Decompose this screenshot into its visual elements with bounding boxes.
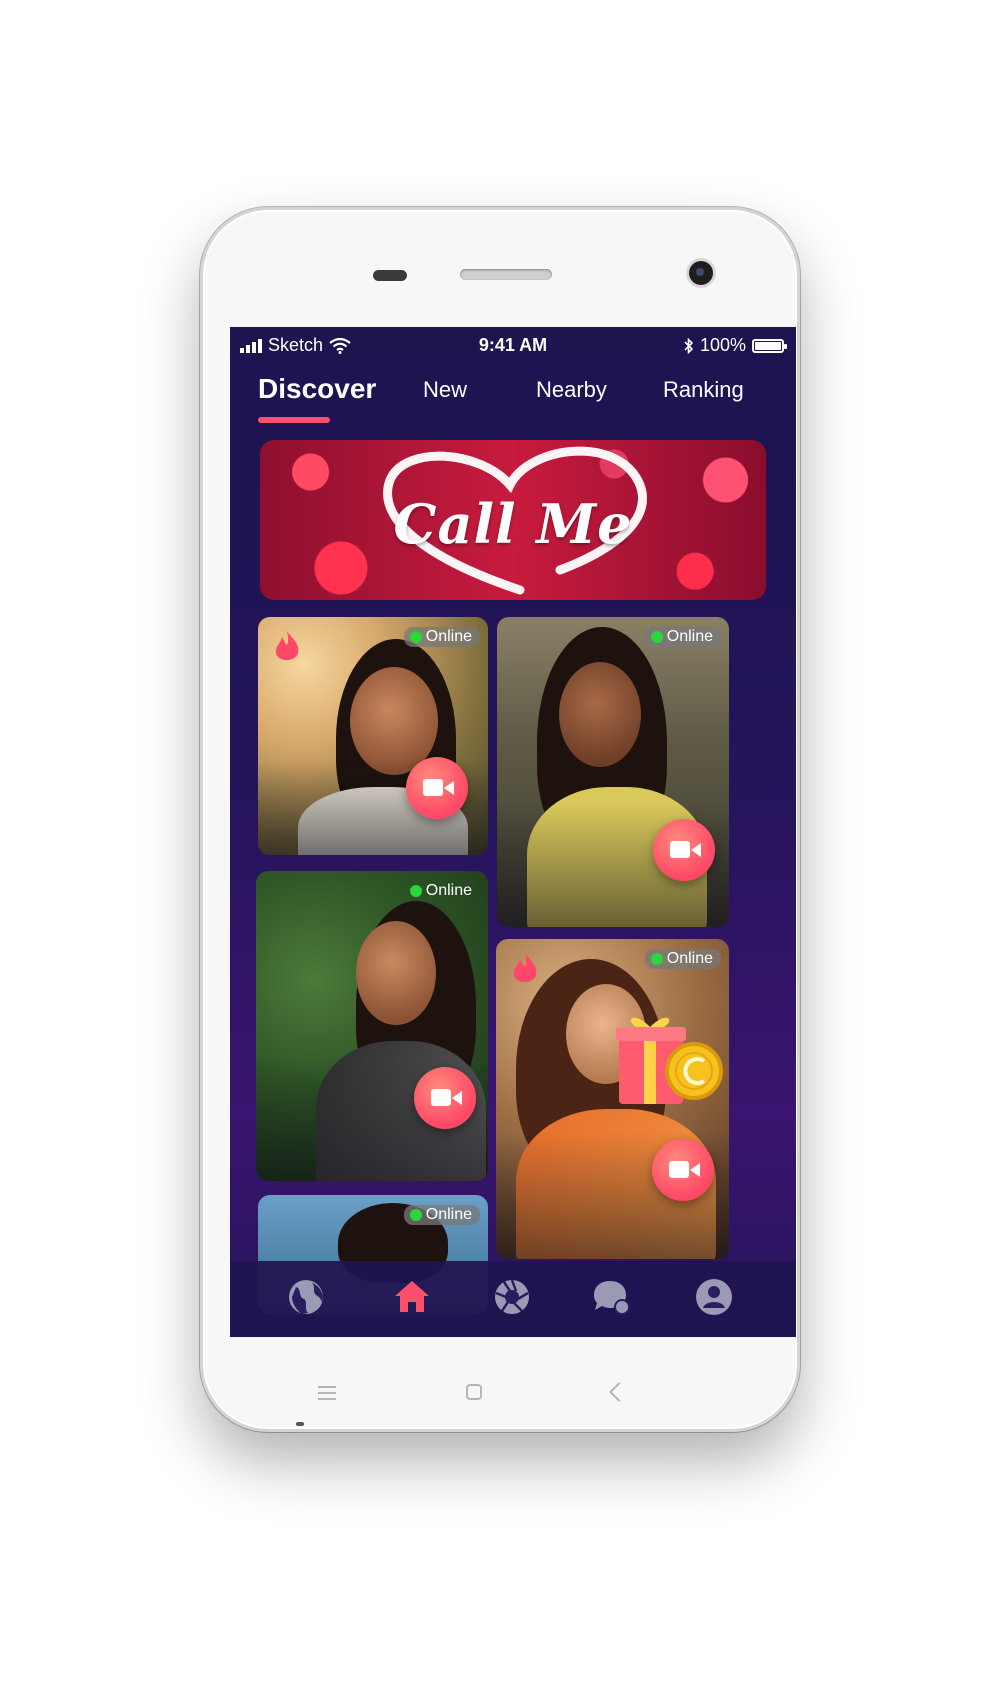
online-badge: Online [644, 949, 721, 969]
menu-key-icon[interactable] [318, 1386, 336, 1400]
battery-percent: 100% [699, 335, 746, 355]
home-key-icon[interactable] [466, 1384, 482, 1400]
status-label: Online [425, 628, 472, 645]
online-dot [409, 1209, 422, 1221]
status-label: Online [425, 882, 472, 899]
gift-coin-icon[interactable] [614, 1009, 724, 1109]
app-screen: Sketch 9:41 AM 100% Discover New Nearby … [230, 327, 796, 1337]
tab-nearby[interactable]: Nearby [536, 377, 607, 403]
video-call-button[interactable] [652, 1139, 714, 1201]
online-dot [409, 631, 422, 643]
status-label: Online [666, 628, 713, 645]
front-camera [689, 261, 713, 285]
globe-icon[interactable] [286, 1277, 326, 1317]
active-tab-indicator [258, 417, 330, 423]
hardware-keys [200, 1360, 800, 1420]
earpiece-speaker [460, 269, 552, 280]
home-icon[interactable] [392, 1277, 432, 1317]
battery-icon [752, 338, 787, 353]
profile-card[interactable]: Online [256, 871, 488, 1181]
video-call-button[interactable] [414, 1067, 476, 1129]
video-camera-icon [670, 841, 701, 858]
online-badge: Online [403, 1205, 480, 1225]
online-dot [409, 885, 422, 897]
promo-banner[interactable]: Call Me [260, 440, 766, 600]
online-badge: Online [404, 881, 480, 901]
profile-card[interactable]: Online [497, 617, 729, 927]
video-call-button[interactable] [406, 757, 468, 819]
back-key-icon[interactable] [609, 1382, 629, 1402]
online-dot [650, 953, 663, 965]
hot-flame-icon [513, 953, 537, 983]
video-camera-icon [669, 1161, 700, 1178]
online-badge: Online [403, 627, 480, 647]
profile-card[interactable]: Online [258, 617, 488, 855]
profile-card[interactable]: Online [496, 939, 729, 1259]
video-camera-icon [423, 779, 454, 796]
status-label: Online [425, 1206, 472, 1223]
video-camera-icon [431, 1089, 462, 1106]
aperture-icon[interactable] [492, 1277, 532, 1317]
tab-new[interactable]: New [423, 377, 467, 403]
video-call-button[interactable] [653, 819, 715, 881]
tab-ranking[interactable]: Ranking [663, 377, 744, 403]
bluetooth-icon [684, 337, 694, 354]
status-bar: Sketch 9:41 AM 100% [230, 327, 796, 363]
bottom-nav [230, 1261, 796, 1337]
proximity-sensor [373, 270, 407, 281]
hot-flame-icon [275, 631, 299, 661]
profile-icon[interactable] [694, 1277, 734, 1317]
tab-discover[interactable]: Discover [258, 373, 376, 405]
banner-title: Call Me [393, 492, 633, 556]
microphone-hole [296, 1422, 304, 1426]
online-badge: Online [644, 627, 721, 647]
online-dot [650, 631, 663, 643]
chat-icon[interactable] [592, 1277, 632, 1317]
status-label: Online [666, 950, 713, 967]
